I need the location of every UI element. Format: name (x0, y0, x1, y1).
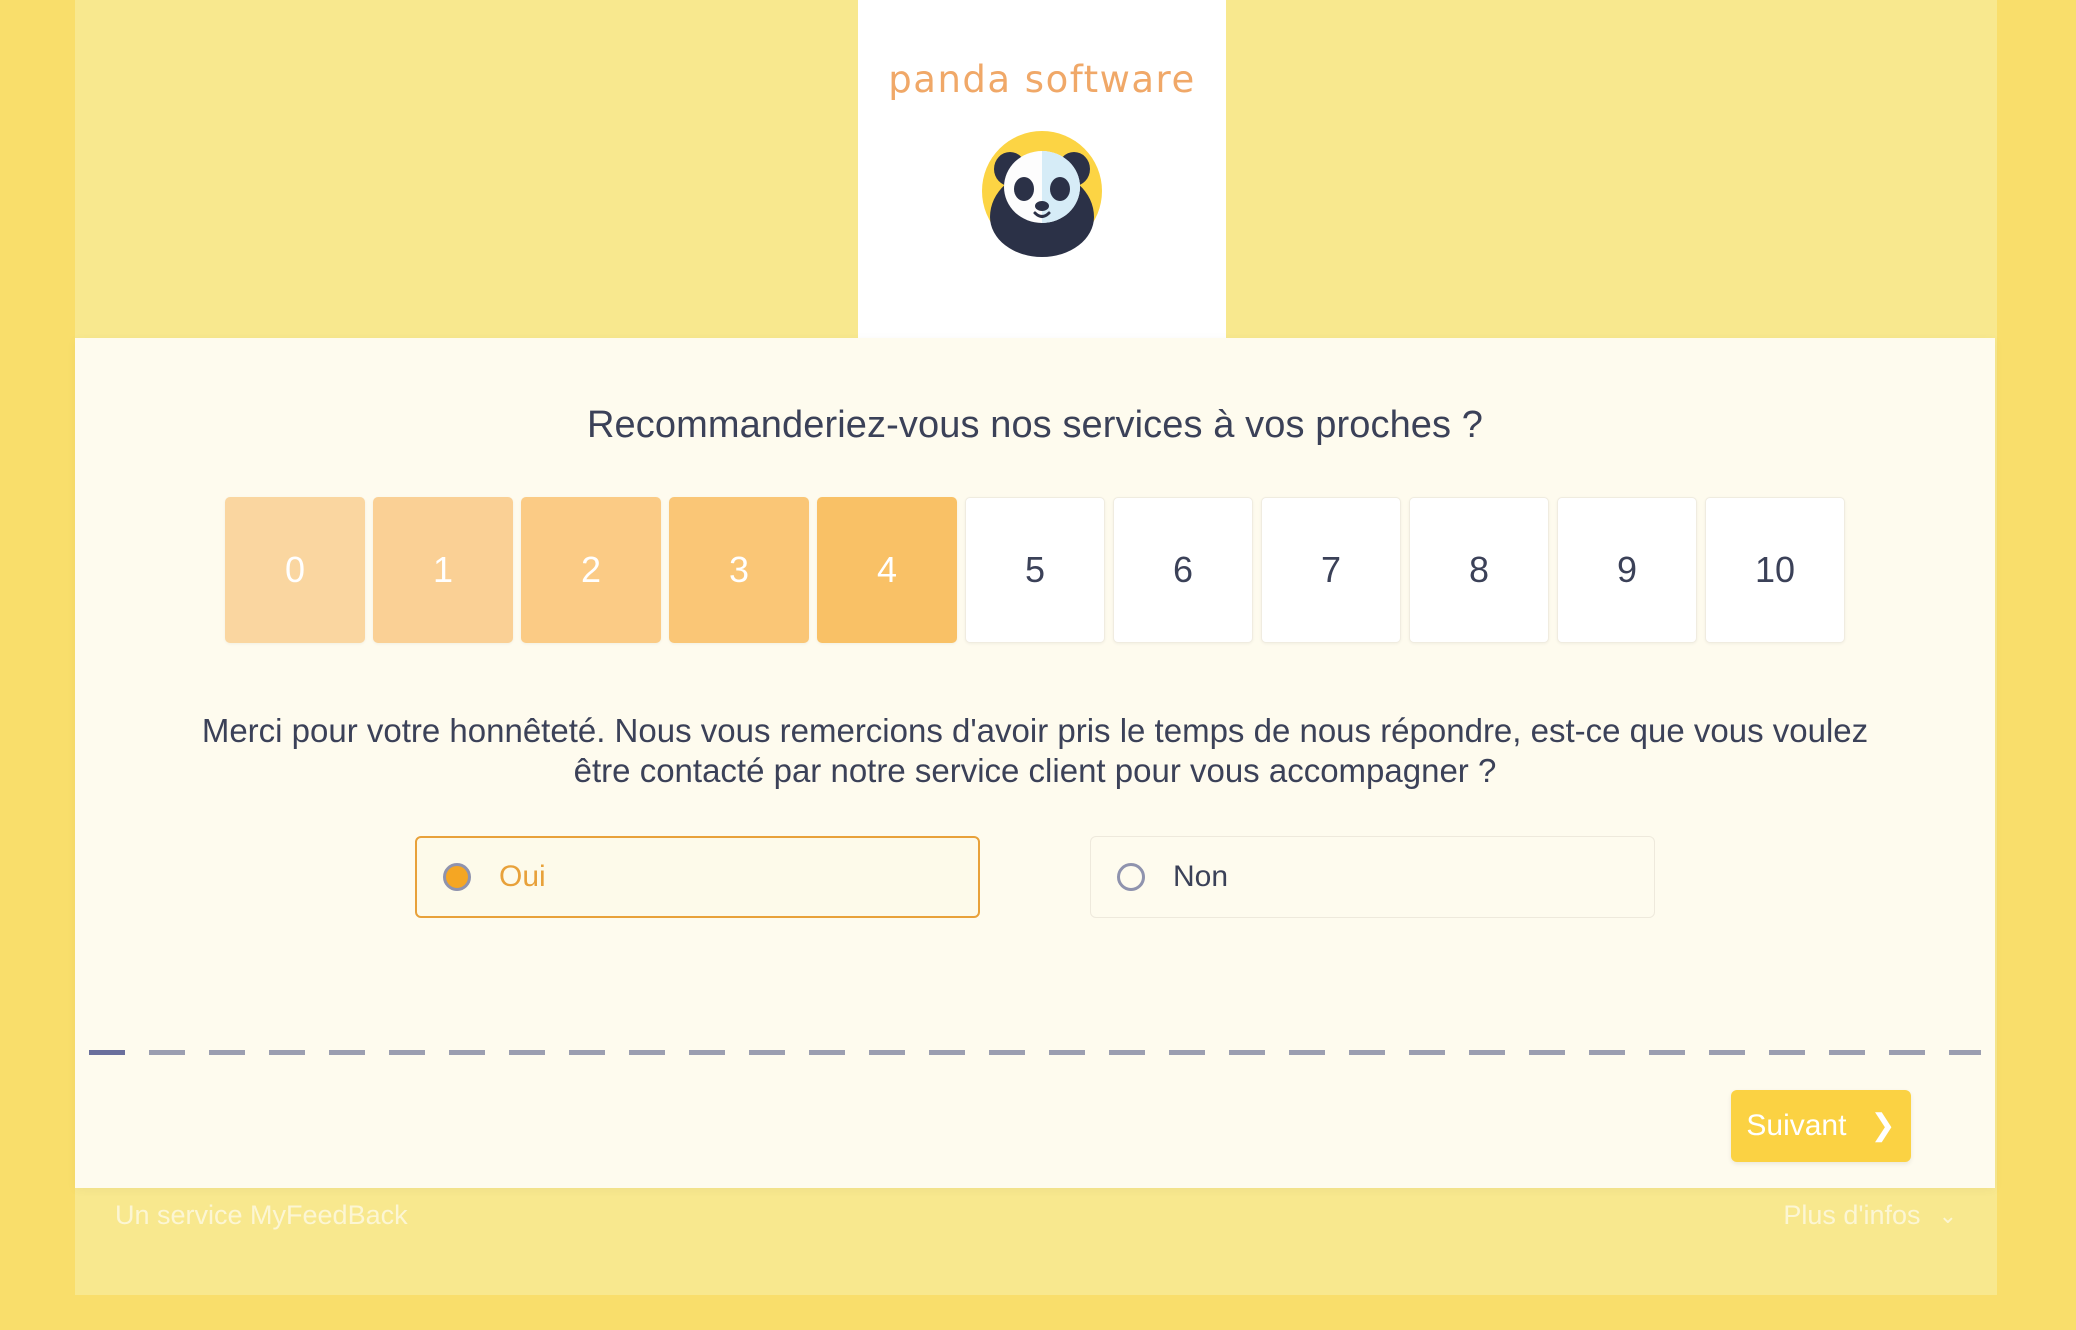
nps-button-4[interactable]: 4 (817, 497, 957, 643)
chevron-down-icon: ⌄ (1938, 1202, 1957, 1228)
nps-button-2[interactable]: 2 (521, 497, 661, 643)
followup-question: Merci pour votre honnêteté. Nous vous re… (201, 712, 1869, 790)
more-info-label: Plus d'infos (1783, 1200, 1921, 1230)
nps-button-9[interactable]: 9 (1557, 497, 1697, 643)
nps-scale: 0 1 2 3 4 5 6 7 8 9 10 (75, 497, 1995, 643)
radio-option-non-label: Non (1173, 859, 1229, 893)
footer-service-link[interactable]: Un service MyFeedBack (115, 1200, 408, 1231)
radio-options-group: Oui Non (75, 835, 1995, 918)
progress-indicator (89, 1050, 125, 1055)
nps-button-8[interactable]: 8 (1409, 497, 1549, 643)
nps-button-1[interactable]: 1 (373, 497, 513, 643)
page-title: Recommanderiez-vous nos services à vos p… (586, 404, 1484, 446)
nps-button-6[interactable]: 6 (1113, 497, 1253, 643)
next-button[interactable]: Suivant ❯ (1731, 1090, 1911, 1162)
progress-divider (75, 1050, 1995, 1056)
footer: Un service MyFeedBack Plus d'infos ⌄ (75, 1188, 1997, 1295)
nps-button-10[interactable]: 10 (1705, 497, 1845, 643)
nps-button-3[interactable]: 3 (669, 497, 809, 643)
brand-wordmark: panda software (888, 58, 1196, 101)
progress-track (89, 1050, 1981, 1055)
nps-button-5[interactable]: 5 (965, 497, 1105, 643)
nps-button-7[interactable]: 7 (1261, 497, 1401, 643)
next-button-label: Suivant (1746, 1109, 1847, 1142)
panda-logo-icon (976, 125, 1108, 257)
radio-option-non[interactable]: Non (1090, 835, 1655, 918)
brand-logo-panel: panda software (858, 0, 1226, 338)
nps-button-0[interactable]: 0 (225, 497, 365, 643)
more-info-link[interactable]: Plus d'infos ⌄ (1783, 1200, 1957, 1231)
radio-selected-icon (443, 862, 471, 891)
radio-unselected-icon (1117, 862, 1145, 891)
radio-option-oui[interactable]: Oui (415, 835, 980, 918)
survey-card: Recommanderiez-vous nos services à vos p… (75, 338, 1995, 1188)
chevron-right-icon: ❯ (1870, 1109, 1896, 1142)
footer-service-label: Un service MyFeedBack (115, 1200, 408, 1230)
radio-option-oui-label: Oui (499, 859, 546, 893)
